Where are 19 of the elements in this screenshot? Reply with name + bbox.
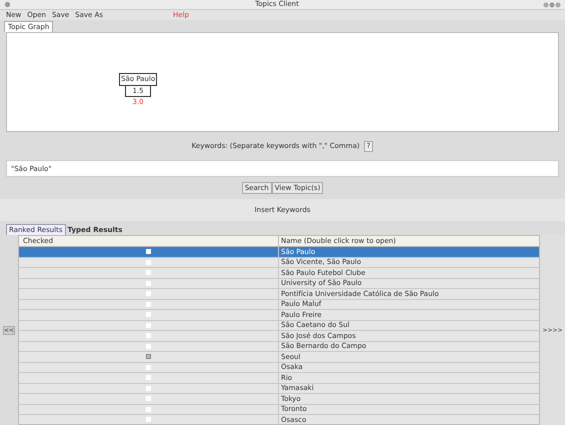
row-checkbox[interactable] <box>146 386 151 391</box>
row-checkbox[interactable] <box>146 302 151 307</box>
row-checkbox[interactable] <box>146 417 151 422</box>
row-checkbox[interactable] <box>146 344 151 349</box>
row-checkbox[interactable] <box>146 333 151 338</box>
window-controls-icon[interactable] <box>543 2 561 8</box>
row-checkbox[interactable] <box>146 270 151 276</box>
row-checkbox[interactable] <box>146 249 151 254</box>
row-checkbox[interactable] <box>146 260 151 265</box>
row-checkbox[interactable] <box>146 364 151 370</box>
row-checkbox[interactable] <box>146 354 151 360</box>
row-checkbox[interactable] <box>146 322 151 328</box>
row-checkbox[interactable] <box>146 406 151 412</box>
row-checkbox[interactable] <box>146 396 151 402</box>
app-icon <box>4 1 11 8</box>
row-checkbox[interactable] <box>146 375 151 380</box>
row-checkbox[interactable] <box>146 280 151 286</box>
row-checkbox[interactable] <box>146 291 151 296</box>
row-checkbox[interactable] <box>146 312 151 318</box>
